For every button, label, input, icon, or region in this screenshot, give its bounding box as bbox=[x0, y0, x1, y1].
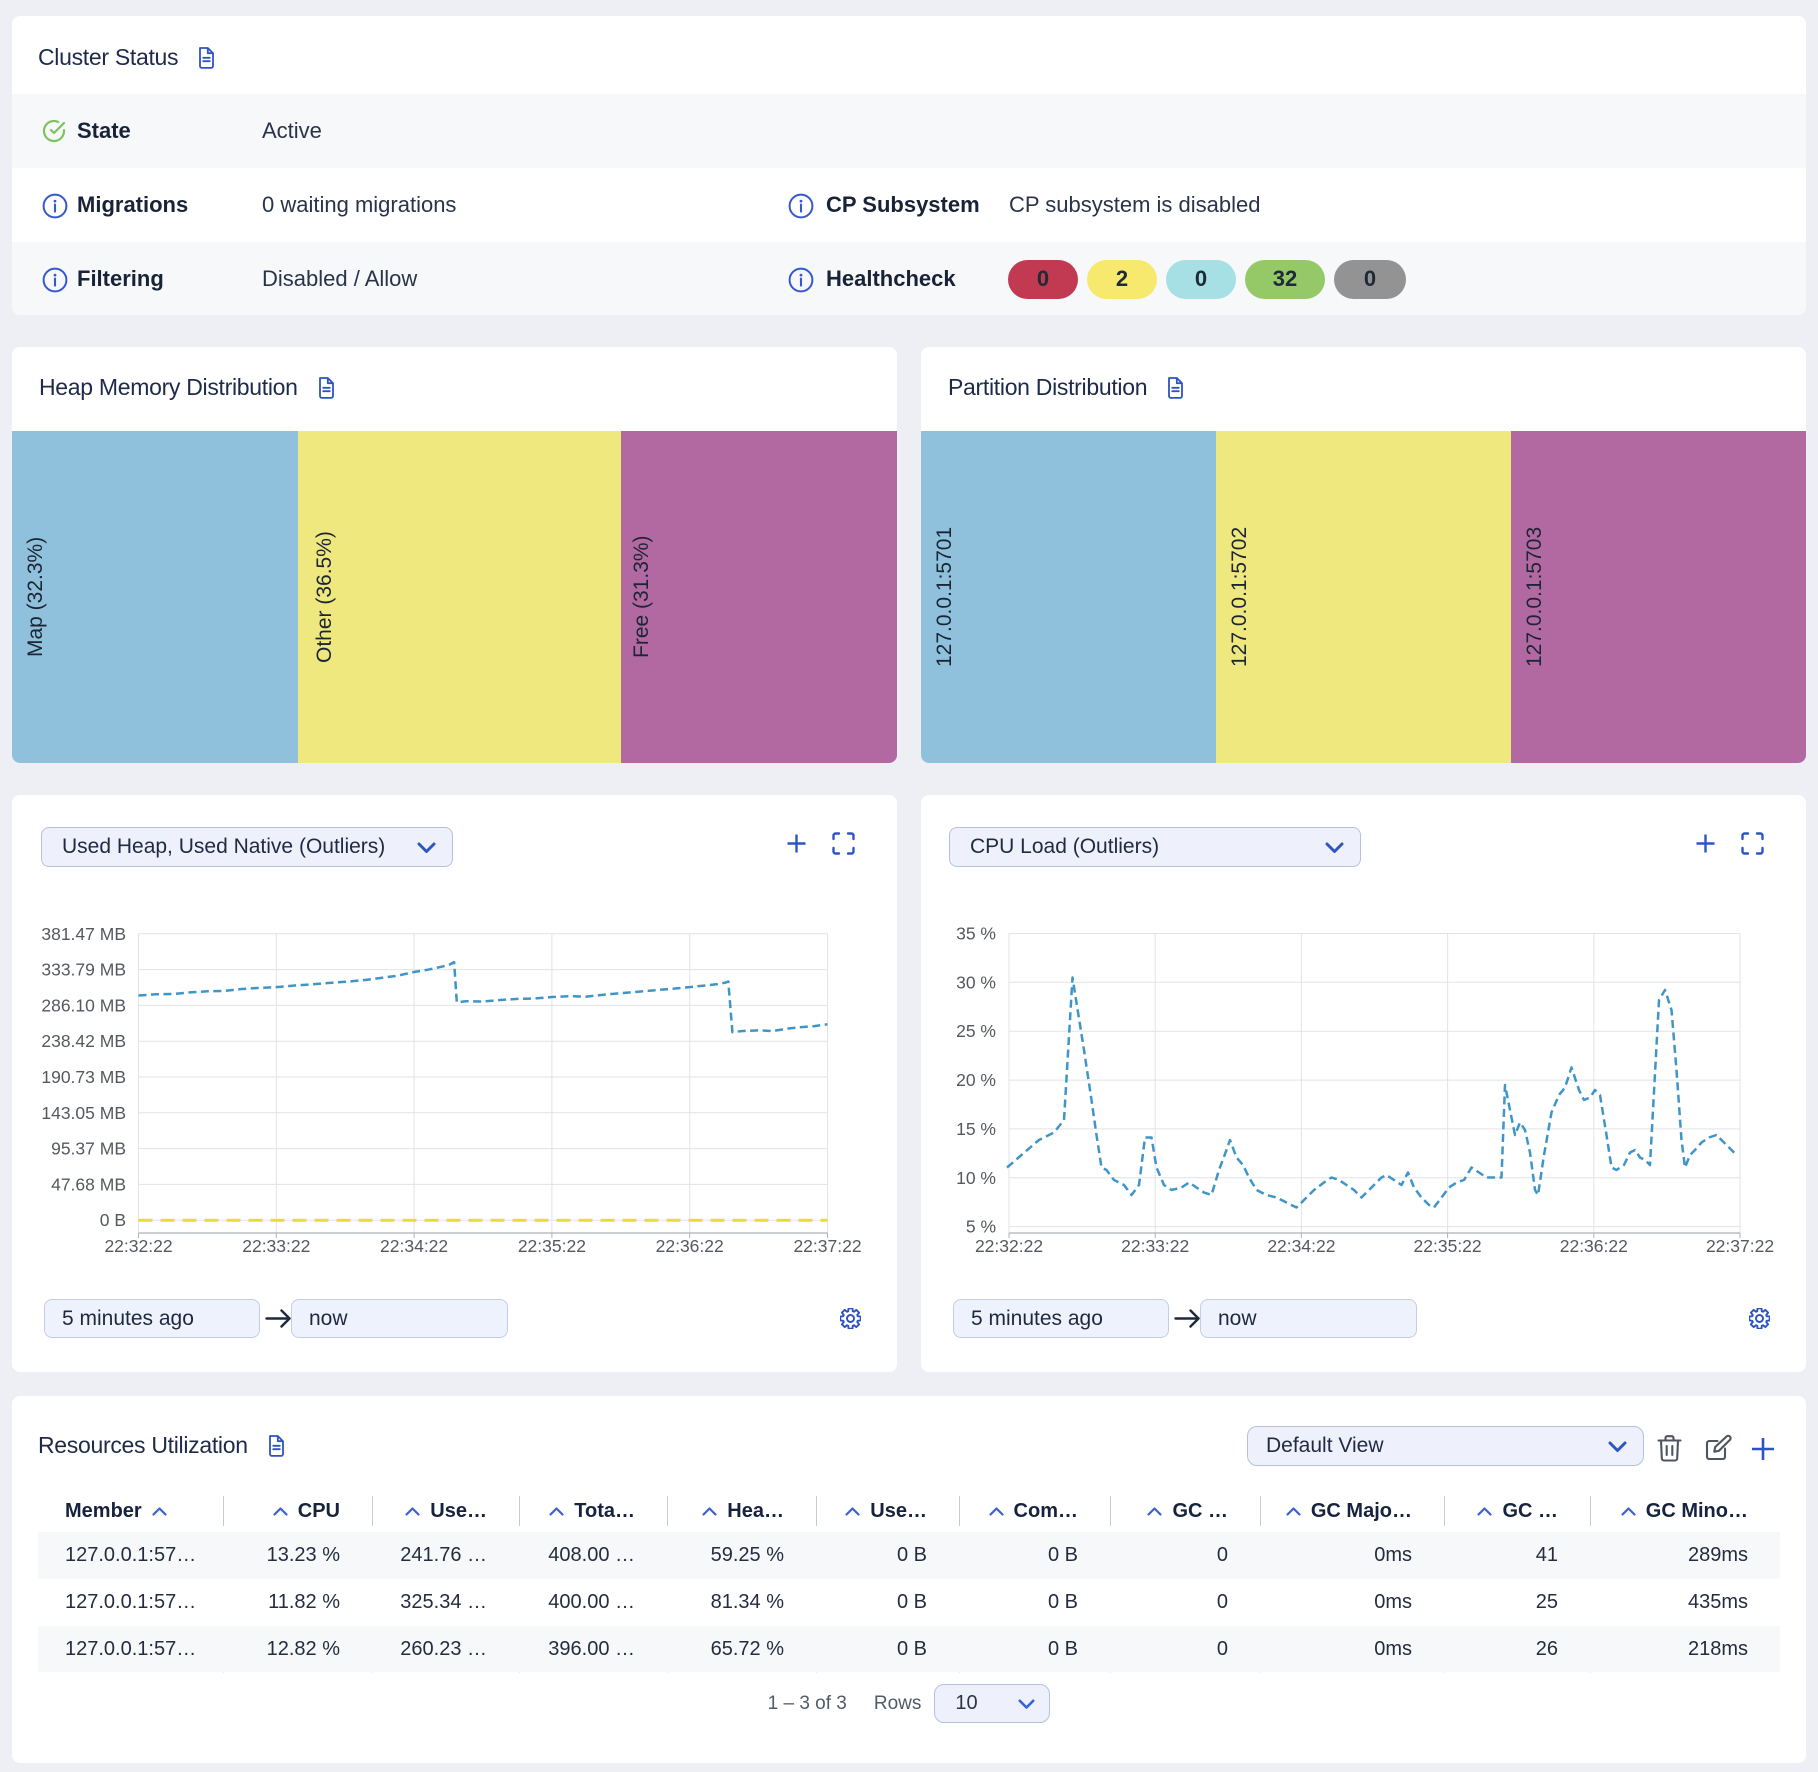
svg-text:22:32:22: 22:32:22 bbox=[975, 1236, 1043, 1256]
svg-text:30 %: 30 % bbox=[956, 972, 996, 992]
svg-text:143.05 MB: 143.05 MB bbox=[41, 1103, 126, 1123]
svg-text:22:32:22: 22:32:22 bbox=[104, 1236, 172, 1256]
svg-text:47.68 MB: 47.68 MB bbox=[51, 1174, 126, 1194]
svg-text:25 %: 25 % bbox=[956, 1021, 996, 1041]
svg-text:20 %: 20 % bbox=[956, 1070, 996, 1090]
svg-text:190.73 MB: 190.73 MB bbox=[41, 1067, 126, 1087]
svg-text:95.37 MB: 95.37 MB bbox=[51, 1139, 126, 1159]
svg-text:333.79 MB: 333.79 MB bbox=[41, 960, 126, 980]
svg-text:22:36:22: 22:36:22 bbox=[656, 1236, 724, 1256]
svg-text:22:37:22: 22:37:22 bbox=[1706, 1236, 1774, 1256]
svg-text:22:36:22: 22:36:22 bbox=[1560, 1236, 1628, 1256]
svg-text:22:33:22: 22:33:22 bbox=[242, 1236, 310, 1256]
svg-text:5 %: 5 % bbox=[966, 1217, 996, 1237]
svg-text:35 %: 35 % bbox=[956, 924, 996, 944]
svg-text:238.42 MB: 238.42 MB bbox=[41, 1031, 126, 1051]
svg-text:10 %: 10 % bbox=[956, 1168, 996, 1188]
svg-text:15 %: 15 % bbox=[956, 1119, 996, 1139]
svg-text:22:33:22: 22:33:22 bbox=[1121, 1236, 1189, 1256]
svg-text:381.47 MB: 381.47 MB bbox=[41, 924, 126, 944]
svg-text:22:34:22: 22:34:22 bbox=[1267, 1236, 1335, 1256]
svg-text:22:34:22: 22:34:22 bbox=[380, 1236, 448, 1256]
svg-text:22:37:22: 22:37:22 bbox=[793, 1236, 861, 1256]
svg-text:22:35:22: 22:35:22 bbox=[518, 1236, 586, 1256]
svg-text:22:35:22: 22:35:22 bbox=[1414, 1236, 1482, 1256]
svg-text:0 B: 0 B bbox=[100, 1210, 126, 1230]
svg-text:286.10 MB: 286.10 MB bbox=[41, 995, 126, 1015]
